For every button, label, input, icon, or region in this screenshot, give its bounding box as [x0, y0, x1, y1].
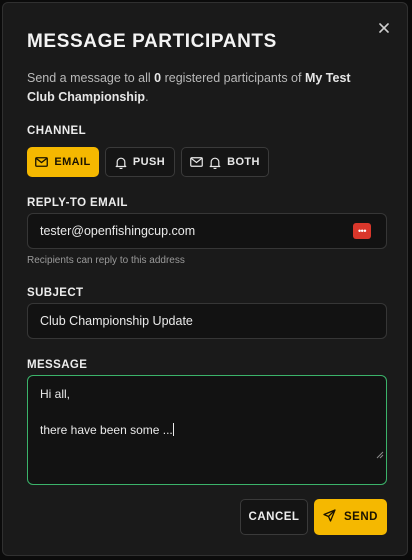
cancel-button[interactable]: CANCEL [240, 499, 308, 535]
mail-icon [190, 157, 203, 167]
cancel-label: CANCEL [248, 511, 300, 523]
channel-both-button[interactable]: BOTH [181, 147, 269, 177]
description-middle: registered participants of [161, 71, 305, 85]
send-icon [323, 509, 336, 525]
bell-icon [209, 156, 221, 169]
channel-push-button[interactable]: PUSH [105, 147, 175, 177]
description-suffix: . [145, 90, 149, 104]
message-value: Hi all, there have been some ... [40, 387, 173, 437]
channel-email-button[interactable]: EMAIL [27, 147, 99, 177]
subject-value: Club Championship Update [40, 314, 193, 328]
reply-to-email-value: tester@openfishingcup.com [40, 224, 196, 238]
message-participants-dialog: MESSAGE PARTICIPANTS Send a message to a… [2, 2, 408, 556]
password-manager-icon[interactable]: ••• [353, 223, 371, 239]
resize-handle-icon[interactable] [356, 428, 384, 482]
channel-label: CHANNEL [27, 125, 87, 137]
subject-field[interactable]: Club Championship Update [27, 303, 387, 339]
channel-email-label: EMAIL [54, 156, 91, 168]
subject-label: SUBJECT [27, 287, 84, 299]
send-button[interactable]: SEND [314, 499, 387, 535]
message-label: MESSAGE [27, 359, 88, 371]
message-textarea[interactable]: Hi all, there have been some ... [27, 375, 387, 485]
description-prefix: Send a message to all [27, 71, 155, 85]
reply-to-email-field[interactable]: tester@openfishingcup.com ••• [27, 213, 387, 249]
bell-icon [115, 156, 127, 169]
reply-to-label: REPLY-TO EMAIL [27, 197, 128, 209]
mail-icon [35, 157, 49, 167]
channel-both-label: BOTH [227, 156, 260, 168]
text-caret [172, 423, 174, 436]
dialog-description: Send a message to all 0 registered parti… [27, 69, 377, 107]
reply-to-hint: Recipients can reply to this address [27, 255, 185, 266]
close-icon[interactable] [377, 21, 391, 35]
channel-push-label: PUSH [132, 156, 166, 168]
send-label: SEND [344, 511, 378, 523]
dialog-title: MESSAGE PARTICIPANTS [27, 31, 277, 52]
